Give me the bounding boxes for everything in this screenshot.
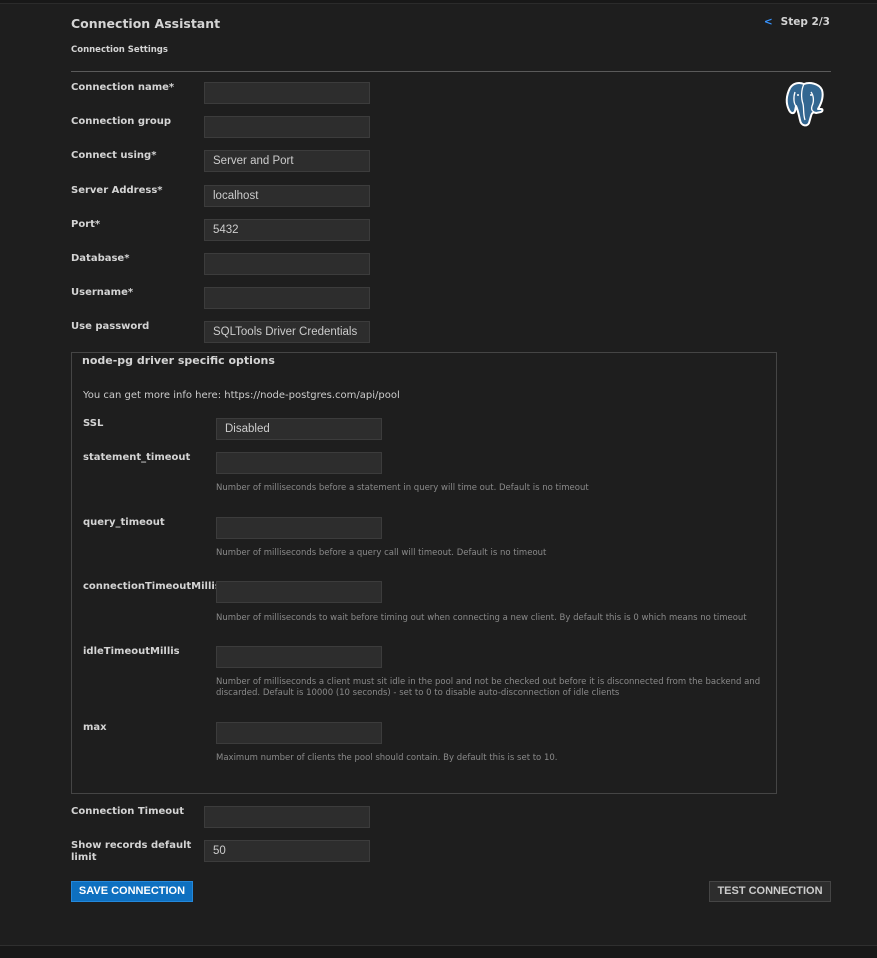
connection-timeout-millis-input[interactable] <box>216 581 382 603</box>
max-label: max <box>83 722 107 733</box>
section-subtitle: Connection Settings <box>71 45 168 55</box>
connection-timeout-millis-label: connectionTimeoutMillis <box>83 581 221 592</box>
use-password-select[interactable]: SQLTools Driver Credentials <box>204 321 370 343</box>
connection-name-label: Connection name* <box>71 82 175 93</box>
save-connection-button[interactable]: SAVE CONNECTION <box>71 881 193 902</box>
connection-timeout-label: Connection Timeout <box>71 806 185 817</box>
postgresql-elephant-icon <box>785 82 824 127</box>
ssl-label: SSL <box>83 418 104 429</box>
statement-timeout-input[interactable] <box>216 452 382 474</box>
port-input[interactable]: 5432 <box>204 219 370 241</box>
driver-options-fieldset <box>71 352 777 794</box>
statement-timeout-label: statement_timeout <box>83 452 191 463</box>
test-connection-button[interactable]: TEST CONNECTION <box>709 881 831 902</box>
records-limit-label: Show records default limit <box>71 840 192 863</box>
ssl-select[interactable]: Disabled <box>216 418 382 440</box>
port-label: Port* <box>71 219 101 230</box>
window-top-border <box>0 0 877 4</box>
header-divider <box>71 71 831 72</box>
page-title: Connection Assistant <box>71 16 221 31</box>
idle-timeout-millis-label: idleTimeoutMillis <box>83 646 180 657</box>
connect-using-label: Connect using* <box>71 150 157 161</box>
step-label: Step 2/3 <box>780 16 830 28</box>
connection-timeout-millis-help: Number of milliseconds to wait before ti… <box>216 613 747 623</box>
use-password-label: Use password <box>71 321 150 332</box>
driver-info-text: You can get more info here: https://node… <box>83 390 400 401</box>
max-input[interactable] <box>216 722 382 744</box>
bottom-panel-border <box>0 945 877 958</box>
username-label: Username* <box>71 287 134 298</box>
idle-timeout-millis-input[interactable] <box>216 646 382 668</box>
server-address-input[interactable]: localhost <box>204 185 370 207</box>
connection-group-label: Connection group <box>71 116 172 127</box>
statement-timeout-help: Number of milliseconds before a statemen… <box>216 483 589 493</box>
username-input[interactable] <box>204 287 370 309</box>
database-label: Database* <box>71 253 130 264</box>
database-input[interactable] <box>204 253 370 275</box>
idle-timeout-millis-help: Number of milliseconds a client must sit… <box>216 677 761 698</box>
driver-options-legend: node-pg driver specific options <box>79 354 278 367</box>
connection-group-input[interactable] <box>204 116 370 138</box>
records-limit-input[interactable]: 50 <box>204 840 370 862</box>
back-chevron-icon[interactable]: < <box>764 16 773 28</box>
connect-using-select[interactable]: Server and Port <box>204 150 370 172</box>
query-timeout-input[interactable] <box>216 517 382 539</box>
connection-name-input[interactable] <box>204 82 370 104</box>
server-address-label: Server Address* <box>71 185 163 196</box>
step-indicator: < Step 2/3 <box>764 16 830 28</box>
query-timeout-label: query_timeout <box>83 517 165 528</box>
max-help: Maximum number of clients the pool shoul… <box>216 753 558 763</box>
connection-timeout-input[interactable] <box>204 806 370 828</box>
query-timeout-help: Number of milliseconds before a query ca… <box>216 548 547 558</box>
